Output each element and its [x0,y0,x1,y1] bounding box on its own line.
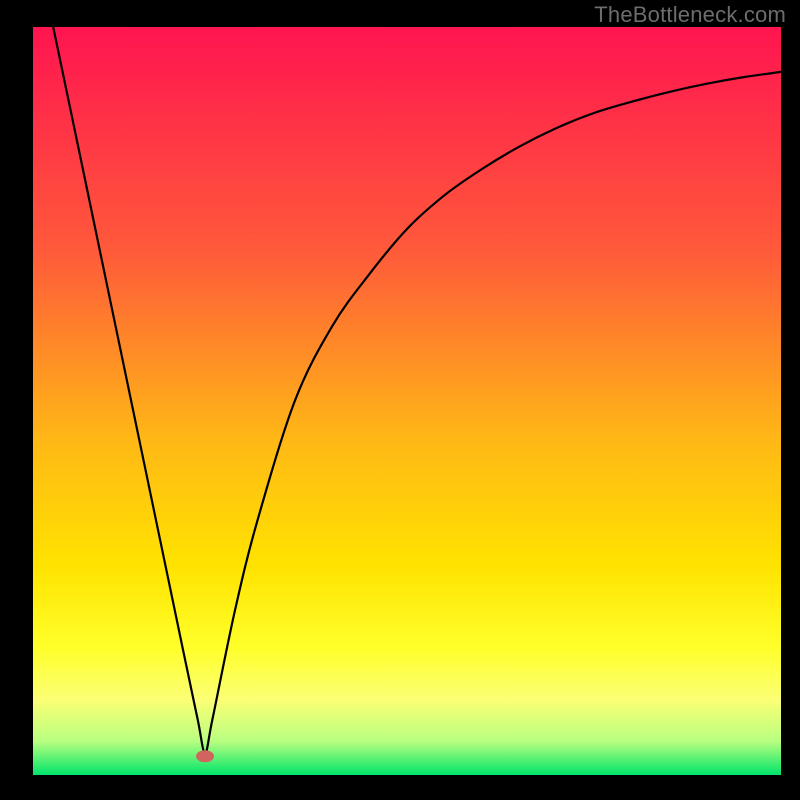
chart-container: { "watermark": "TheBottleneck.com", "cha… [0,0,800,800]
chart-svg [0,0,800,800]
watermark-text: TheBottleneck.com [594,2,786,28]
frame-right [781,0,800,800]
frame-left [0,0,33,800]
frame-bottom [0,775,800,800]
minimum-marker [196,750,214,762]
plot-background [33,27,781,775]
